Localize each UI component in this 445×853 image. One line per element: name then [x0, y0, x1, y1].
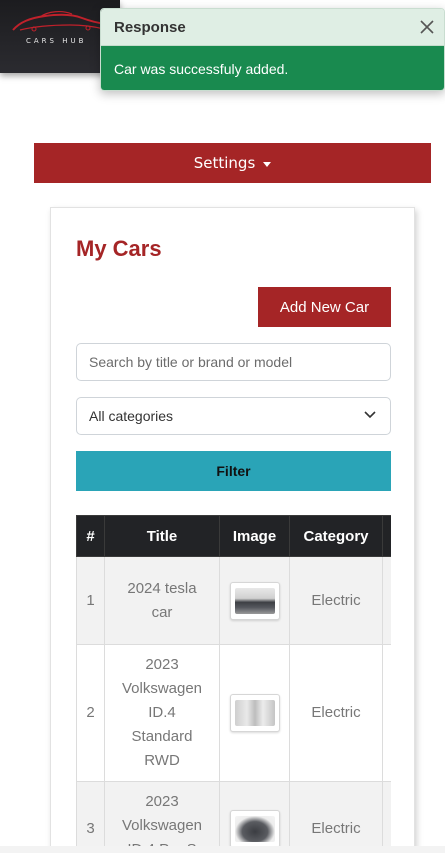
row-title[interactable]: 2023 Volkswagen ID.4 Pro S: [104, 781, 220, 853]
column-header-title[interactable]: Title: [104, 515, 220, 557]
row-title-line: Standard: [131, 728, 193, 745]
car-photo: [234, 587, 275, 614]
row-title-line: Volkswagen: [121, 817, 203, 834]
row-title-line: ID.4: [148, 704, 176, 721]
page-bottom-edge: [0, 846, 445, 853]
row-category: Electric: [289, 556, 383, 645]
car-photo: [234, 816, 275, 842]
row-title-line: 2024 tesla: [127, 579, 197, 597]
car-interior-photo: [234, 700, 275, 726]
row-title[interactable]: 2024 tesla car: [104, 556, 220, 645]
row-title[interactable]: 2023 Volkswagen ID.4 Standard RWD: [104, 644, 220, 782]
column-header-category[interactable]: Category: [289, 515, 383, 557]
page: CARS HUB Response Car was successfuly ad…: [0, 0, 445, 853]
chevron-down-icon: [364, 411, 376, 419]
row-title-line: 2023: [145, 793, 179, 810]
row-title-line: Volkswagen: [121, 680, 203, 697]
row-title-line: RWD: [144, 752, 180, 769]
page-title: My Cars: [76, 236, 162, 261]
caret-down-icon: [263, 161, 272, 167]
settings-dropdown[interactable]: Settings: [34, 143, 431, 183]
cars-table: # Title Image Category 1 2024 tesla car: [76, 515, 391, 853]
car-thumbnail[interactable]: [229, 581, 280, 620]
add-new-car-button[interactable]: Add New Car: [258, 287, 391, 327]
category-select[interactable]: All categories: [76, 397, 391, 435]
row-actions: [382, 556, 391, 645]
row-title-line: car: [151, 603, 173, 621]
table-row[interactable]: 2 2023 Volkswagen ID.4 Standard RWD Elec…: [76, 644, 391, 782]
table-row[interactable]: 3 2023 Volkswagen ID.4 Pro S Electric: [76, 781, 391, 853]
close-button[interactable]: [410, 9, 444, 46]
row-actions: [382, 644, 391, 782]
filter-button[interactable]: Filter: [76, 451, 391, 491]
row-number: 3: [76, 781, 105, 853]
toast-header: Response: [101, 9, 444, 46]
row-number: 1: [76, 556, 105, 645]
table-row[interactable]: 1 2024 tesla car Electric: [76, 556, 391, 645]
row-category: Electric: [289, 644, 383, 782]
response-toast: Response Car was successfuly added.: [100, 8, 445, 91]
car-logo-icon: [12, 11, 107, 32]
column-header-number[interactable]: #: [76, 515, 105, 557]
category-select-value: All categories: [89, 408, 174, 424]
my-cars-card: My Cars Add New Car All categories Filte…: [50, 207, 415, 853]
close-icon: [420, 20, 434, 34]
row-image-cell: [219, 556, 290, 645]
table-header-row: # Title Image Category: [76, 515, 391, 557]
row-image-cell: [219, 644, 290, 782]
row-number-text: 3: [86, 820, 95, 837]
column-header-image[interactable]: Image: [219, 515, 290, 557]
row-title-line: 2023: [145, 656, 179, 673]
car-thumbnail[interactable]: [229, 694, 280, 732]
logo-text: CARS HUB: [26, 37, 87, 45]
toast-title: Response: [114, 18, 186, 36]
row-image-cell: [219, 781, 290, 853]
search-input[interactable]: [76, 343, 391, 381]
settings-label: Settings: [193, 154, 256, 172]
row-number: 2: [76, 644, 105, 782]
column-header-extra: [382, 515, 391, 557]
toast-message: Car was successfuly added.: [101, 46, 444, 90]
row-category: Electric: [289, 781, 383, 853]
car-thumbnail[interactable]: [229, 810, 280, 848]
row-actions: [382, 781, 391, 853]
cars-table-container[interactable]: # Title Image Category 1 2024 tesla car: [76, 515, 391, 853]
